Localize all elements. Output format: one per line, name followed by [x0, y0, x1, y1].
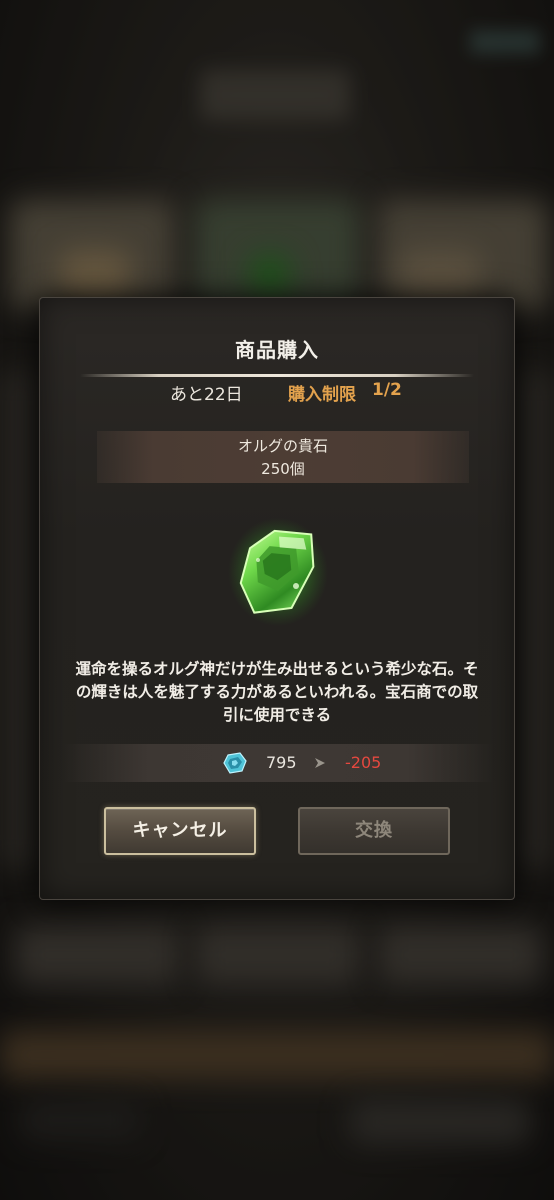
description-line: 運命を操るオルグ神だけが生み出せるという希少な石。そ — [75, 660, 479, 678]
item-name-band: オルグの貴石 250個 — [97, 431, 469, 483]
cancel-button[interactable]: キャンセル — [104, 807, 256, 855]
cost-row: 795 -205 — [62, 744, 494, 782]
purchase-status-row: あと22日 購入制限 1/2 — [40, 380, 514, 405]
exchange-button[interactable]: 交換 — [298, 807, 450, 855]
description-line: の輝きは人を魅了する力があるといわれる。宝石商での取 — [75, 683, 479, 701]
item-quantity: 250個 — [261, 460, 305, 478]
days-left-text: あと22日 — [170, 385, 243, 405]
blue-gem-currency-icon — [222, 751, 248, 775]
title-divider — [80, 374, 474, 377]
green-gem-icon — [228, 516, 328, 626]
dialog-title: 商品購入 — [235, 338, 319, 362]
item-description: 運命を操るオルグ神だけが生み出せるという希少な石。そ の輝きは人を魅了する力があ… — [46, 658, 508, 727]
cost-change-amount: -205 — [345, 753, 382, 772]
description-line: 引に使用できる — [222, 706, 332, 724]
right-arrow-icon — [313, 755, 327, 769]
purchase-limit-label: 購入制限 — [288, 385, 356, 405]
item-name: オルグの貴石 — [237, 437, 328, 455]
purchase-limit-value: 1/2 — [372, 380, 402, 400]
owned-currency-amount: 795 — [266, 753, 297, 772]
purchase-dialog: 商品購入 あと22日 購入制限 1/2 オルグの貴石 250個 運命を操るオルグ… — [39, 297, 515, 900]
